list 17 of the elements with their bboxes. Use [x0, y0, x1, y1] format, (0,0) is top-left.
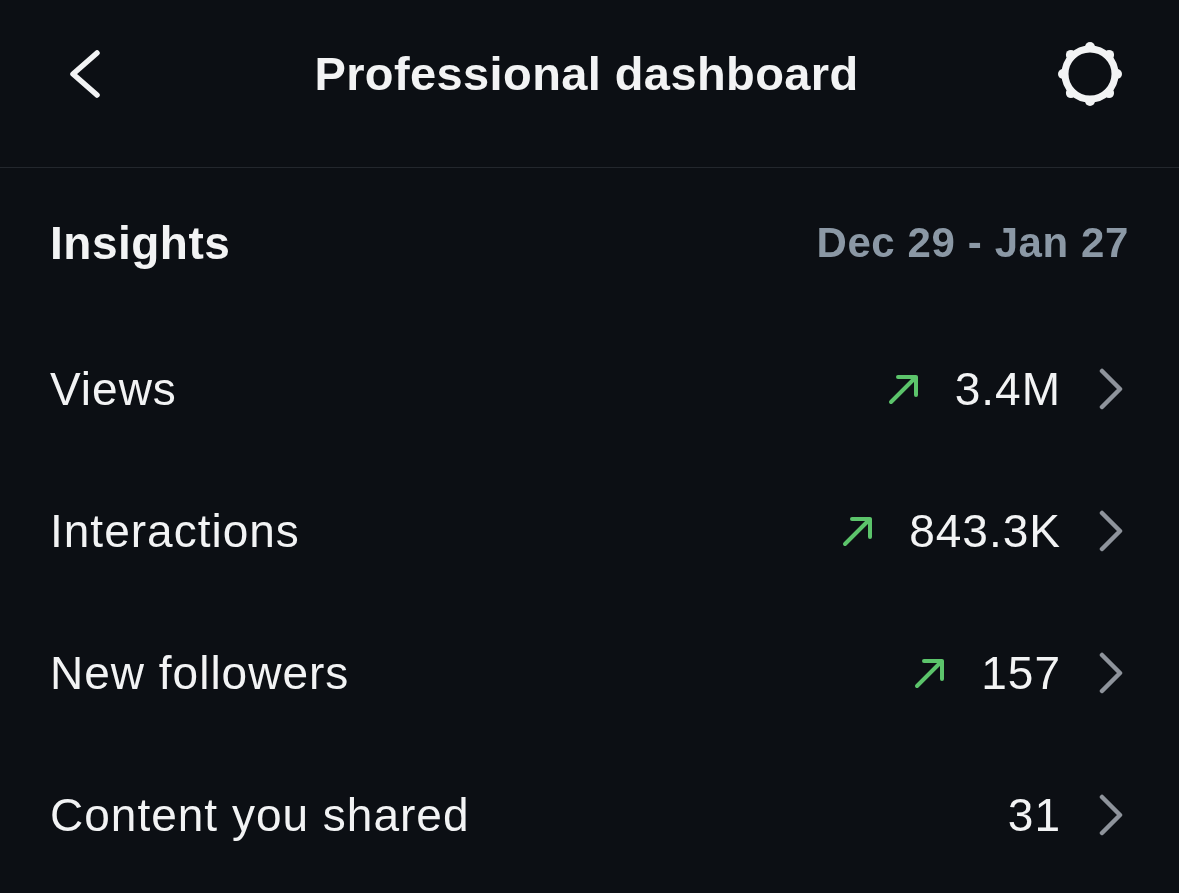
chevron-right-icon[interactable]: [1099, 510, 1123, 552]
metric-label: Interactions: [50, 504, 300, 558]
back-icon[interactable]: [68, 49, 102, 98]
metric-label: Views: [50, 362, 177, 416]
metric-value: 157: [981, 646, 1061, 700]
date-range[interactable]: Dec 29 - Jan 27: [816, 219, 1129, 267]
page-title: Professional dashboard: [313, 46, 859, 101]
metric-value: 3.4M: [954, 362, 1061, 416]
metric-label: Content you shared: [50, 788, 470, 842]
chevron-right-icon[interactable]: [1099, 794, 1123, 836]
section-title: Insights: [50, 216, 231, 270]
chevron-right-icon[interactable]: [1099, 652, 1123, 694]
metric-label: New followers: [50, 646, 350, 700]
metric-value: 31: [1007, 788, 1061, 842]
chevron-right-icon[interactable]: [1099, 368, 1123, 410]
metric-value: 843.3K: [909, 504, 1061, 558]
settings-icon[interactable]: [1057, 40, 1123, 107]
